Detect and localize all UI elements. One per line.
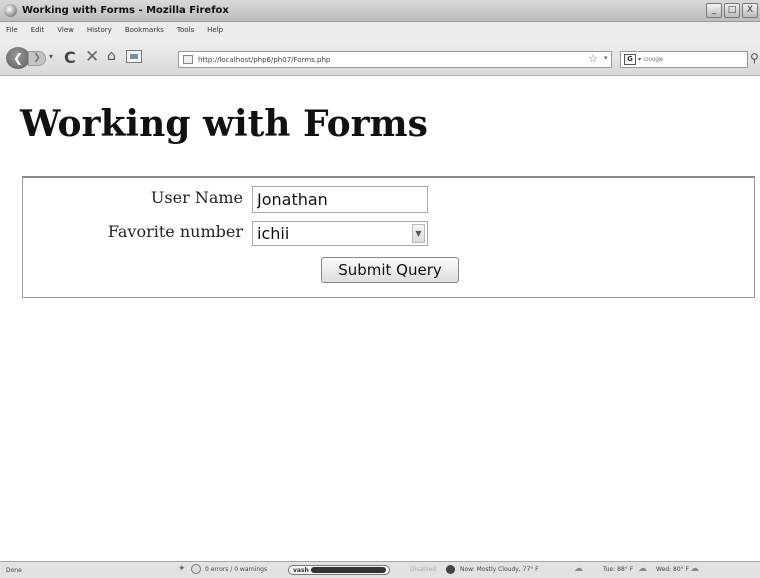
validator-icon[interactable]: [191, 564, 201, 574]
cloud-rain-icon: ☁: [638, 564, 647, 574]
bookmark-page-icon[interactable]: [126, 50, 142, 63]
cloud-icon: ☁: [574, 564, 583, 574]
page-title: Working with Forms: [20, 103, 428, 145]
username-input[interactable]: [252, 186, 428, 213]
magnifier-icon[interactable]: ⚲: [750, 51, 759, 65]
menu-bookmarks[interactable]: Bookmarks: [125, 26, 164, 34]
stop-icon[interactable]: ✕: [85, 47, 99, 67]
url-text[interactable]: http://localhost/php6/ph07/Forms.php: [198, 56, 330, 64]
favorite-number-select[interactable]: ichii ▼: [252, 221, 428, 246]
address-bar[interactable]: http://localhost/php6/ph07/Forms.php: [178, 51, 612, 68]
vash-widget[interactable]: vash: [288, 565, 390, 575]
menu-bar: File Edit View History Bookmarks Tools H…: [0, 22, 760, 38]
disabled-label[interactable]: Disabled: [410, 566, 436, 573]
maximize-button[interactable]: □: [724, 3, 740, 18]
menu-file[interactable]: File: [6, 26, 18, 34]
home-icon[interactable]: ⌂: [107, 48, 116, 64]
chevron-down-icon[interactable]: ▼: [412, 224, 425, 243]
search-box[interactable]: G ▾: [620, 51, 748, 68]
history-dropdown-icon[interactable]: ▾: [49, 52, 53, 61]
weather-now[interactable]: Now: Mostly Cloudy, 77° F: [460, 566, 539, 573]
page-content: Working with Forms User Name Favorite nu…: [0, 77, 760, 561]
close-button[interactable]: X: [742, 3, 758, 18]
navigation-toolbar: ❮ ❯ ▾ C ✕ ⌂ http://localhost/php6/ph07/F…: [0, 38, 760, 76]
engine-dropdown-icon[interactable]: ▾: [638, 56, 641, 63]
minimize-button[interactable]: _: [706, 3, 722, 18]
window-title: Working with Forms - Mozilla Firefox: [22, 5, 229, 16]
cloud-rain-icon: ☁: [690, 564, 699, 574]
error-count[interactable]: 0 errors / 0 warnings: [205, 566, 267, 573]
vash-label: vash: [293, 566, 309, 574]
status-text: Done: [6, 567, 22, 574]
search-input[interactable]: [644, 56, 735, 63]
window-controls: _ □ X: [706, 3, 758, 18]
form-fieldset: User Name Favorite number ichii ▼ Submit…: [22, 176, 755, 298]
weather-tue[interactable]: Tue: 88° F: [603, 566, 633, 573]
menu-view[interactable]: View: [57, 26, 74, 34]
back-arrow-icon[interactable]: ❮: [6, 47, 30, 69]
forward-arrow-icon[interactable]: ❯: [28, 51, 46, 66]
reload-icon[interactable]: C: [64, 48, 76, 67]
status-bar: Done ✦ 0 errors / 0 warnings vash Disabl…: [0, 561, 760, 578]
site-favicon-icon: [183, 55, 193, 64]
menu-edit[interactable]: Edit: [31, 26, 45, 34]
url-dropdown-icon[interactable]: ▾: [604, 54, 608, 62]
firefox-app-icon: [4, 4, 17, 17]
favorite-number-label: Favorite number: [107, 222, 243, 241]
weather-wed[interactable]: Wed: 80° F: [656, 566, 689, 573]
menu-help[interactable]: Help: [207, 26, 223, 34]
menu-tools[interactable]: Tools: [177, 26, 194, 34]
submit-button[interactable]: Submit Query: [321, 257, 459, 283]
developer-tools-icon[interactable]: ✦: [178, 564, 186, 574]
vash-meter: [310, 567, 386, 573]
weather-icon[interactable]: [446, 565, 455, 574]
window-titlebar: Working with Forms - Mozilla Firefox _ □…: [0, 0, 760, 22]
google-engine-icon[interactable]: G: [624, 54, 636, 65]
menu-history[interactable]: History: [87, 26, 112, 34]
bookmark-star-icon[interactable]: ☆: [588, 52, 598, 65]
username-label: User Name: [150, 188, 243, 207]
select-value: ichii: [257, 224, 290, 243]
